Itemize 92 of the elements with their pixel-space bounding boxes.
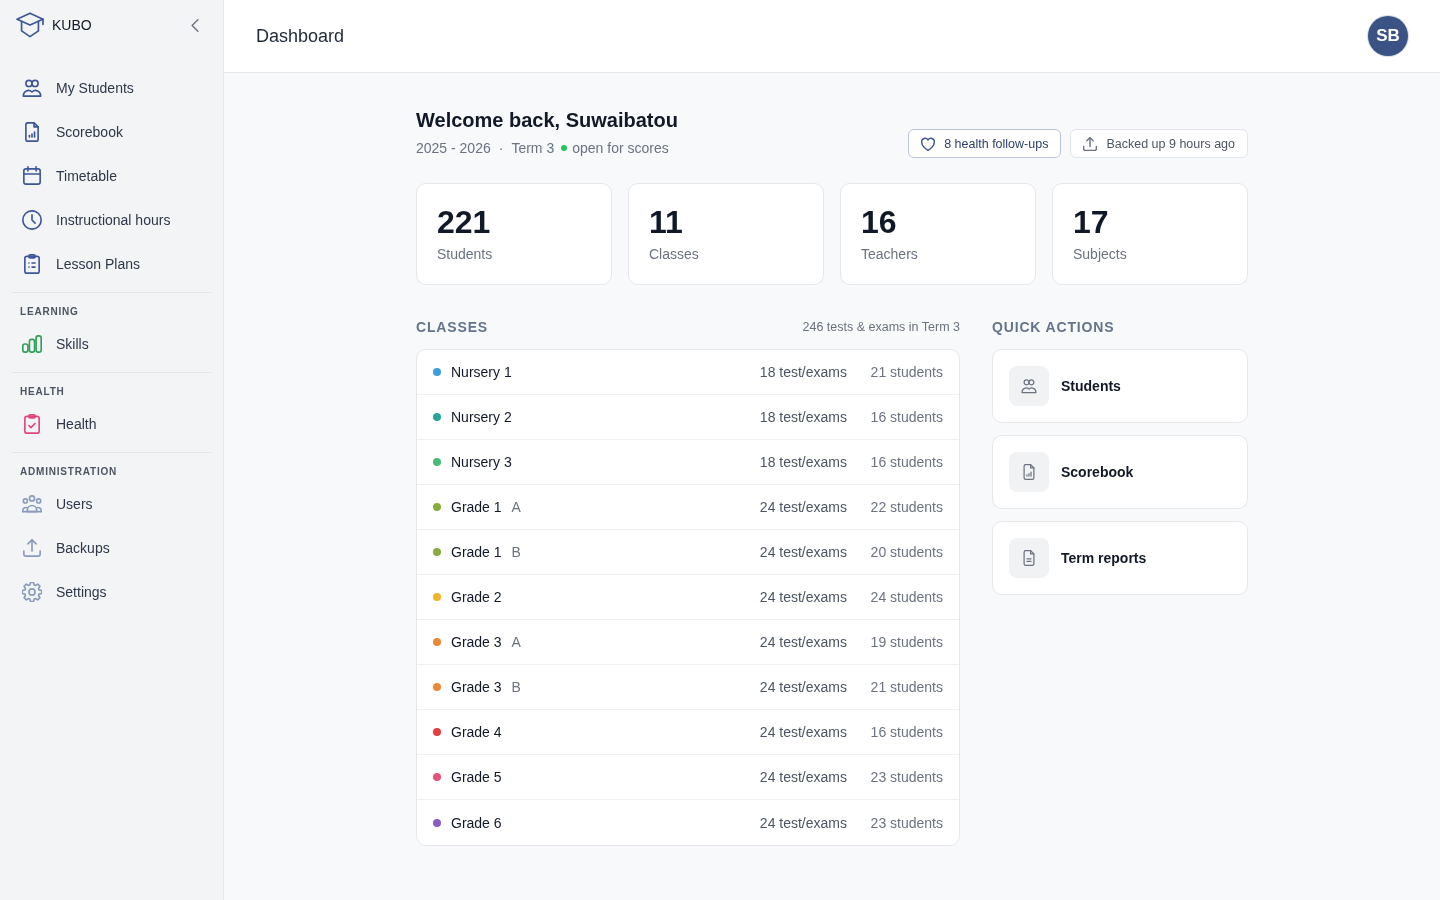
test-count: 24 test/exams: [759, 679, 847, 695]
nav-item[interactable]: Users: [12, 482, 211, 526]
bar-chart-icon: [22, 334, 42, 354]
document-icon: [1009, 538, 1049, 578]
stat-label: Classes: [649, 245, 700, 264]
nav-item[interactable]: Timetable: [12, 154, 211, 198]
logo-icon: [16, 12, 44, 38]
student-count: 16 students: [869, 409, 943, 425]
nav-item[interactable]: Skills: [12, 322, 211, 366]
test-count: 24 test/exams: [759, 769, 847, 785]
test-count: 24 test/exams: [759, 814, 847, 831]
class-name: Nursery 3: [451, 454, 512, 470]
clipboard-list-icon: [22, 254, 42, 274]
test-count: 24 test/exams: [759, 634, 847, 650]
quick-action-button[interactable]: Scorebook: [992, 435, 1248, 509]
class-name: Grade 5: [451, 769, 502, 785]
test-count: 18 test/exams: [759, 409, 847, 425]
nav-item[interactable]: Instructional hours: [12, 198, 211, 242]
term-status: open for scores: [572, 139, 669, 158]
class-name: Nursery 1: [451, 364, 512, 380]
student-count: 19 students: [869, 634, 943, 650]
nav-item[interactable]: Settings: [12, 570, 211, 614]
student-count: 16 students: [869, 724, 943, 740]
quick-action-button[interactable]: Students: [992, 349, 1248, 423]
brand-name: KUBO: [52, 17, 92, 33]
collapse-chevron-icon[interactable]: [191, 18, 199, 32]
class-name: Grade 1: [451, 544, 502, 560]
document-chart-icon: [22, 122, 42, 142]
nav-item[interactable]: Backups: [12, 526, 211, 570]
class-section: B: [511, 544, 521, 560]
student-count: 23 students: [869, 769, 943, 785]
clipboard-check-icon: [22, 414, 42, 434]
users-icon: [1009, 366, 1049, 406]
section-heading: QUICK ACTIONS: [992, 319, 1115, 335]
class-name: Grade 2: [451, 589, 502, 605]
heart-icon: [921, 136, 936, 151]
separator: ·: [498, 139, 504, 158]
users-icon: [22, 78, 42, 98]
stat-value: 221: [437, 203, 492, 241]
stat-label: Subjects: [1073, 245, 1128, 264]
test-count: 24 test/exams: [759, 544, 847, 560]
student-count: 23 students: [869, 814, 943, 831]
stat-label: Teachers: [861, 245, 919, 264]
nav-section-heading: ADMINISTRATION: [19, 465, 119, 479]
calendar-icon: [22, 166, 42, 186]
academic-year: 2025 - 2026: [416, 139, 491, 158]
tests-summary: 246 tests & exams in Term 3: [802, 320, 960, 334]
test-count: 18 test/exams: [759, 364, 847, 380]
section-heading: CLASSES: [416, 319, 488, 335]
nav-item[interactable]: My Students: [12, 66, 211, 110]
class-section: A: [511, 634, 521, 650]
upload-icon: [1083, 136, 1098, 151]
class-name: Grade 6: [451, 814, 502, 831]
stat-value: 11: [649, 203, 684, 241]
class-name: Grade 3: [451, 634, 502, 650]
nav-item[interactable]: Health: [12, 402, 211, 446]
student-count: 24 students: [869, 589, 943, 605]
test-count: 18 test/exams: [759, 454, 847, 470]
class-name: Grade 3: [451, 679, 502, 695]
nav-section-heading: LEARNING: [19, 305, 80, 319]
student-count: 16 students: [869, 454, 943, 470]
class-section: B: [511, 679, 521, 695]
user-avatar[interactable]: SB: [1368, 16, 1408, 56]
status-dot-icon: [561, 145, 568, 151]
backup-status-button[interactable]: Backed up 9 hours ago: [1070, 129, 1248, 158]
class-section: A: [511, 499, 521, 515]
stat-label: Students: [437, 245, 494, 264]
nav-item[interactable]: Lesson Plans: [12, 242, 211, 286]
student-count: 21 students: [869, 364, 943, 380]
clock-icon: [22, 210, 42, 230]
class-name: Grade 4: [451, 724, 502, 740]
class-name: Grade 1: [451, 499, 502, 515]
stat-value: 16: [861, 203, 898, 241]
user-group-icon: [22, 494, 42, 514]
test-count: 24 test/exams: [759, 724, 847, 740]
test-count: 24 test/exams: [759, 589, 847, 605]
health-follow-ups-button[interactable]: 8 health follow-ups: [908, 129, 1062, 158]
nav-item[interactable]: Scorebook: [12, 110, 211, 154]
quick-action-button[interactable]: Term reports: [992, 521, 1248, 595]
student-count: 20 students: [869, 544, 943, 560]
test-count: 24 test/exams: [759, 499, 847, 515]
settings-icon: [22, 582, 42, 602]
document-chart-icon: [1009, 452, 1049, 492]
student-count: 21 students: [869, 679, 943, 695]
class-name: Nursery 2: [451, 409, 512, 425]
welcome-heading: Welcome back, Suwaibatou: [416, 108, 678, 132]
page-title: Dashboard: [256, 25, 345, 47]
stat-value: 17: [1073, 203, 1110, 241]
nav-section-heading: HEALTH: [19, 385, 66, 399]
term-label: Term 3: [511, 139, 555, 158]
student-count: 22 students: [869, 499, 943, 515]
upload-icon: [22, 538, 42, 558]
